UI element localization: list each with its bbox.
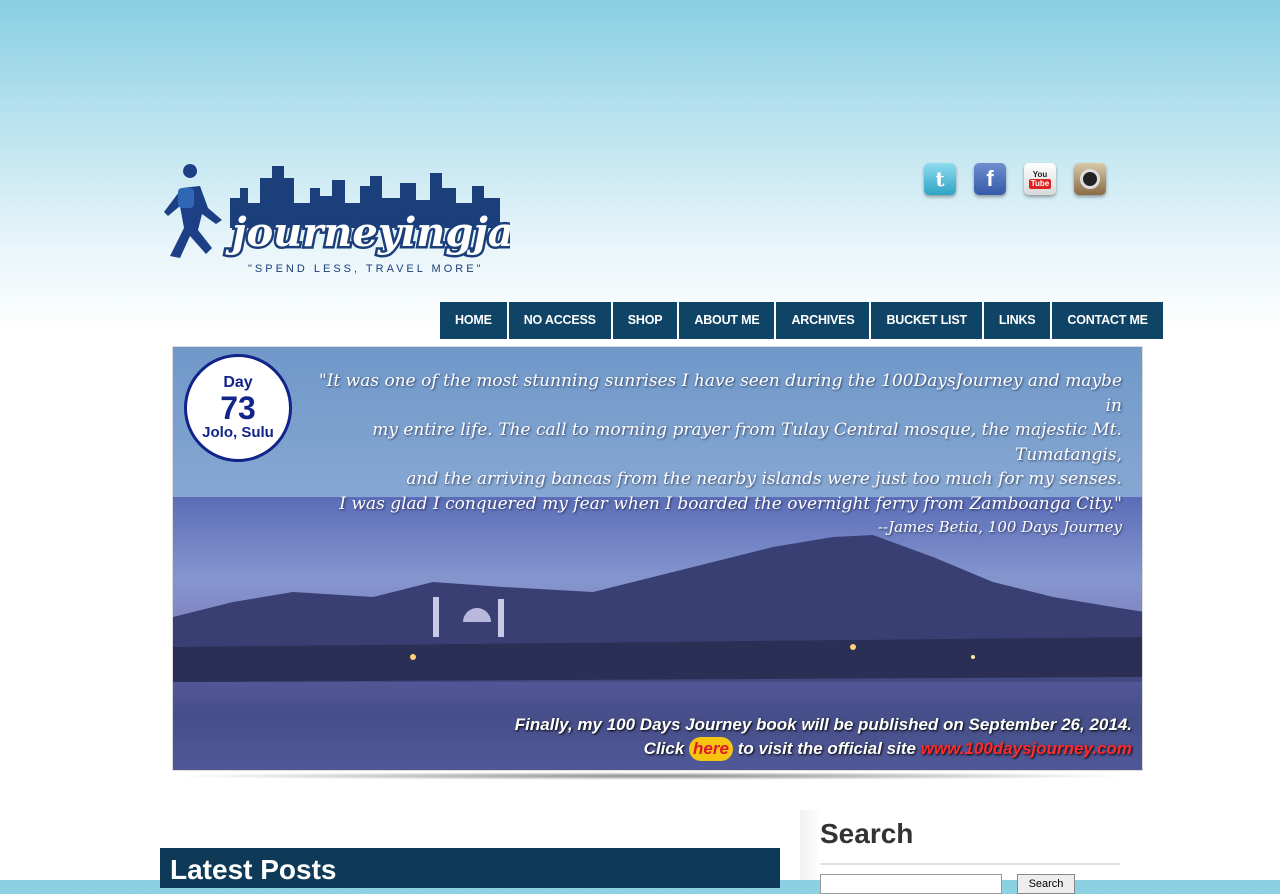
- youtube-you-text: You: [1032, 169, 1048, 179]
- nav-bucket-list[interactable]: BUCKET LIST: [871, 302, 982, 339]
- day-badge: Day 73 Jolo, Sulu: [184, 354, 292, 462]
- svg-text:journeyingjames: journeyingjames: [225, 209, 510, 256]
- badge-place: Jolo, Sulu: [202, 424, 274, 441]
- promo-click-text: Click: [643, 739, 685, 758]
- main-navigation: HOME NO ACCESS SHOP ABOUT ME ARCHIVES BU…: [440, 302, 1163, 339]
- section-title: Latest Posts: [170, 854, 337, 885]
- badge-day-number: 73: [220, 390, 256, 426]
- search-widget-title: Search: [820, 818, 914, 849]
- search-input[interactable]: [820, 874, 1002, 894]
- quote-line: I was glad I conquered my fear when I bo…: [339, 493, 1122, 514]
- promo-middle-text: to visit the official site: [737, 739, 916, 758]
- latest-posts-header: Latest Posts: [160, 848, 780, 888]
- nav-no-access[interactable]: NO ACCESS: [508, 302, 611, 339]
- logo-graphic: journeyingjames "SPEND LESS, TRAVEL MORE…: [164, 164, 607, 275]
- promo-text: Finally, my 100 Days Journey book will b…: [514, 715, 1132, 734]
- nav-contact-me[interactable]: CONTACT ME: [1052, 302, 1163, 339]
- nav-about-me[interactable]: ABOUT ME: [679, 302, 775, 339]
- site-logo[interactable]: journeyingjames "SPEND LESS, TRAVEL MORE…: [160, 158, 607, 280]
- quote-line: and the arriving bancas from the nearby …: [406, 469, 1122, 489]
- search-button[interactable]: Search: [1017, 874, 1075, 894]
- divider: [820, 863, 1120, 865]
- youtube-icon[interactable]: You Tube: [1024, 163, 1056, 195]
- featured-banner[interactable]: Day 73 Jolo, Sulu "It was one of the mos…: [172, 346, 1143, 771]
- promo-here-link[interactable]: here: [689, 737, 733, 761]
- quote-line: my entire life. The call to morning pray…: [372, 420, 1122, 465]
- instagram-icon[interactable]: [1074, 163, 1106, 195]
- book-promo: Finally, my 100 Days Journey book will b…: [515, 713, 1132, 761]
- tagline-text: "SPEND LESS, TRAVEL MORE": [248, 263, 483, 275]
- nav-shop[interactable]: SHOP: [612, 302, 678, 339]
- quote-line: "It was one of the most stunning sunrise…: [318, 371, 1122, 416]
- social-links: t f You Tube: [924, 163, 1106, 195]
- sidebar: Search Search: [800, 810, 1120, 894]
- nav-archives[interactable]: ARCHIVES: [776, 302, 870, 339]
- promo-site-link[interactable]: www.100daysjourney.com: [921, 739, 1132, 758]
- banner-quote: "It was one of the most stunning sunrise…: [302, 369, 1122, 538]
- twitter-icon[interactable]: t: [924, 163, 956, 195]
- nav-links[interactable]: LINKS: [983, 302, 1051, 339]
- nav-home[interactable]: HOME: [440, 302, 507, 339]
- banner-shadow: [164, 772, 1138, 780]
- quote-attribution: --James Betia, 100 Days Journey: [877, 518, 1122, 536]
- facebook-icon[interactable]: f: [974, 163, 1006, 195]
- youtube-tube-text: Tube: [1028, 178, 1052, 189]
